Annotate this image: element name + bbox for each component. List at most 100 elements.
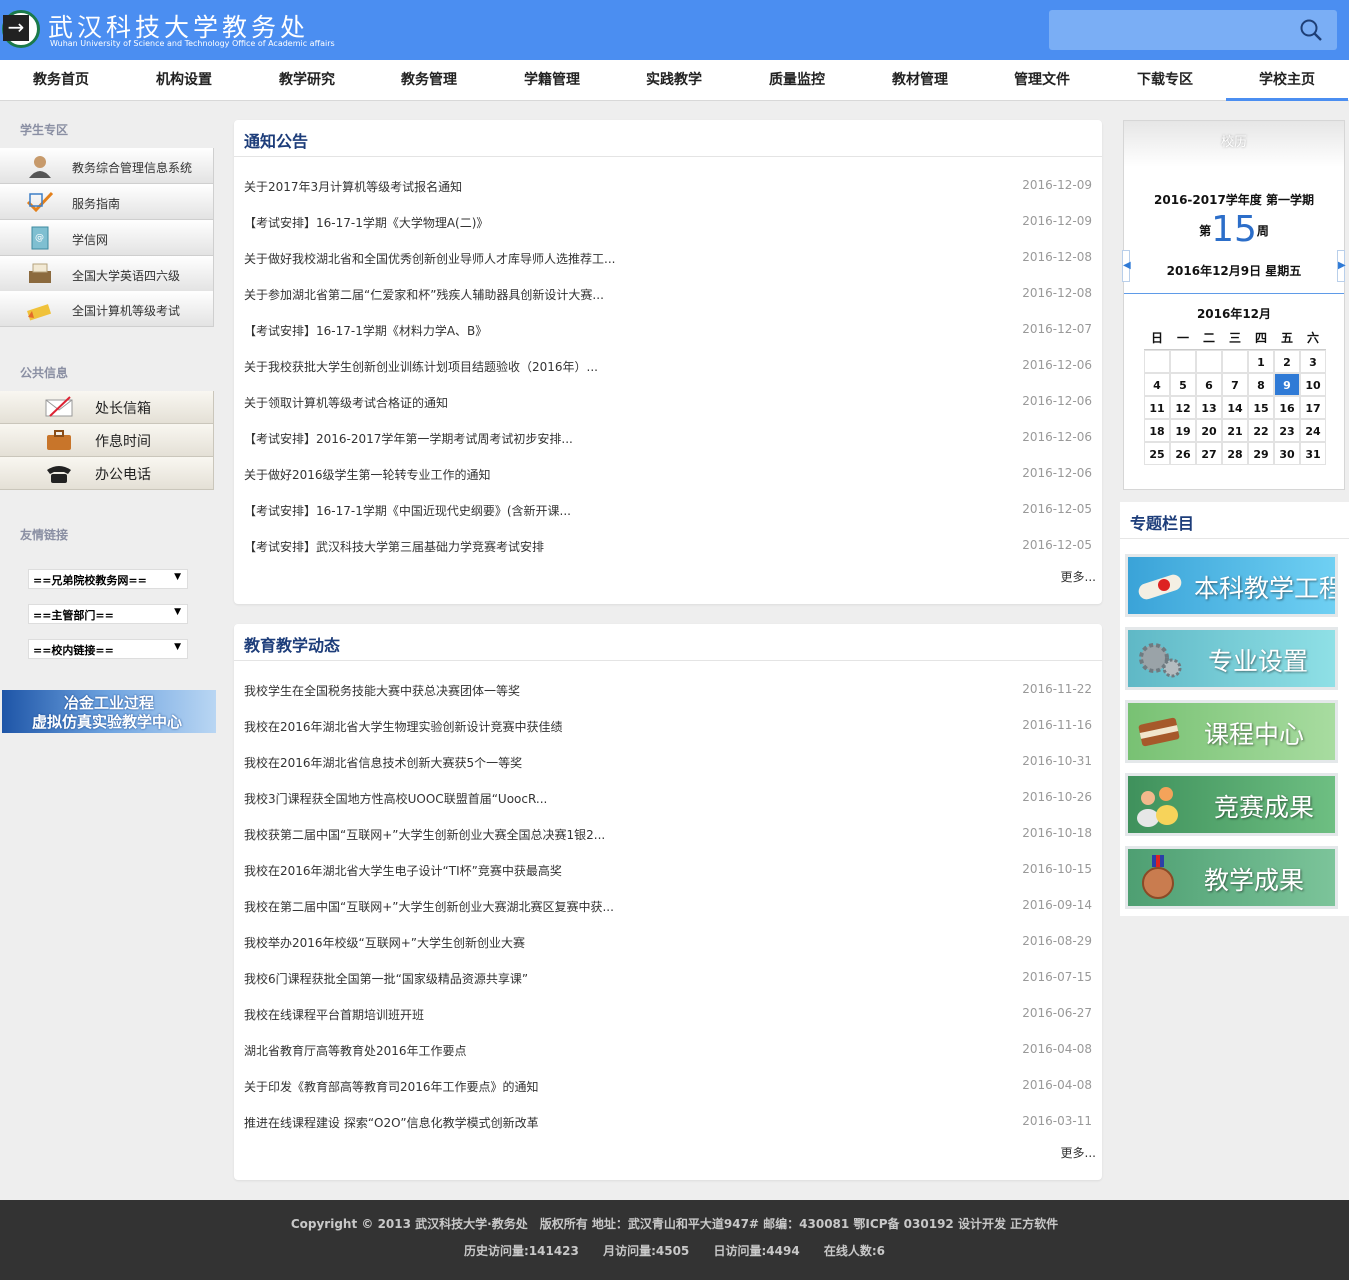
calendar-day[interactable]: 5 xyxy=(1170,373,1196,396)
search-icon[interactable] xyxy=(1299,18,1323,42)
authorities-select[interactable]: ==主管部门== ▼ xyxy=(28,604,188,624)
calendar-day[interactable]: 3 xyxy=(1300,350,1326,373)
site-logo[interactable]: → 武汉科技大学教务处 Wuhan University of Science … xyxy=(0,6,335,54)
sidebar-item-cet[interactable]: 全国大学英语四六级 xyxy=(0,256,214,292)
calendar-day[interactable]: 18 xyxy=(1144,419,1170,442)
topic-majors[interactable]: 专业设置 xyxy=(1125,627,1338,690)
nav-item-registry[interactable]: 学籍管理 xyxy=(491,60,613,101)
calendar-day[interactable]: 16 xyxy=(1274,396,1300,419)
calendar-day[interactable]: 19 xyxy=(1170,419,1196,442)
sidebar-item-ncre[interactable]: 全国计算机等级考试 xyxy=(0,291,214,327)
news-row[interactable]: 湖北省教育厅高等教育处2016年工作要点 2016-04-08 xyxy=(244,1040,1092,1060)
notice-row[interactable]: 【考试安排】16-17-1学期《材料力学A、B》 2016-12-07 xyxy=(244,320,1092,340)
sidebar-item-academic-system[interactable]: 教务综合管理信息系统 xyxy=(0,148,214,184)
calendar-prev-button[interactable]: ◀ xyxy=(1122,250,1131,282)
news-row[interactable]: 我校在2016年湖北省大学生电子设计“TI杯”竞赛中获最高奖 2016-10-15 xyxy=(244,860,1092,880)
sidebar-item-director-mailbox[interactable]: 处长信箱 xyxy=(0,391,214,424)
notice-row[interactable]: 【考试安排】武汉科技大学第三届基础力学竞赛考试安排 2016-12-05 xyxy=(244,536,1092,556)
nav-item-management[interactable]: 教务管理 xyxy=(368,60,490,101)
calendar-day[interactable]: 24 xyxy=(1300,419,1326,442)
calendar-day[interactable]: 27 xyxy=(1196,442,1222,465)
calendar-day[interactable]: 26 xyxy=(1170,442,1196,465)
calendar-day[interactable]: 20 xyxy=(1196,419,1222,442)
news-row[interactable]: 我校在2016年湖北省信息技术创新大赛获5个一等奖 2016-10-31 xyxy=(244,752,1092,772)
calendar-day[interactable]: 11 xyxy=(1144,396,1170,419)
calendar-day[interactable]: 30 xyxy=(1274,442,1300,465)
nav-item-home[interactable]: 教务首页 xyxy=(0,60,122,101)
row-title: 【考试安排】2016-2017学年第一学期考试周考试初步安排... xyxy=(244,432,573,446)
calendar-next-button[interactable]: ▶ xyxy=(1337,250,1346,282)
topic-competition-results[interactable]: 竞赛成果 xyxy=(1125,773,1338,836)
news-row[interactable]: 我校举办2016年校级“互联网+”大学生创新创业大赛 2016-08-29 xyxy=(244,932,1092,952)
news-row[interactable]: 关于印发《教育部高等教育司2016年工作要点》的通知 2016-04-08 xyxy=(244,1076,1092,1096)
notice-row[interactable]: 关于我校获批大学生创新创业训练计划项目结题验收（2016年）... 2016-12… xyxy=(244,356,1092,376)
nav-item-research[interactable]: 教学研究 xyxy=(246,60,368,101)
news-row[interactable]: 我校在2016年湖北省大学生物理实验创新设计竞赛中获佳绩 2016-11-16 xyxy=(244,716,1092,736)
nav-item-quality[interactable]: 质量监控 xyxy=(736,60,858,101)
news-row[interactable]: 我校6门课程获批全国第一批“国家级精品资源共享课” 2016-07-15 xyxy=(244,968,1092,988)
nav-item-school-home[interactable]: 学校主页 xyxy=(1226,60,1348,101)
notice-row[interactable]: 关于领取计算机等级考试合格证的通知 2016-12-06 xyxy=(244,392,1092,412)
topic-undergrad-teaching-project[interactable]: 本科教学工程 xyxy=(1125,554,1338,617)
news-row[interactable]: 我校3门课程获全国地方性高校UOOC联盟首届“UoocR... 2016-10-2… xyxy=(244,788,1092,808)
news-row[interactable]: 我校获第二届中国“互联网+”大学生创新创业大赛全国总决赛1银2... 2016-1… xyxy=(244,824,1092,844)
notice-row[interactable]: 关于参加湖北省第二届“仁爱家和杯”残疾人辅助器具创新设计大赛... 2016-12… xyxy=(244,284,1092,304)
calendar-day[interactable]: 13 xyxy=(1196,396,1222,419)
topic-teaching-achievements[interactable]: 教学成果 xyxy=(1125,846,1338,909)
metallurgy-virtual-lab-banner[interactable]: 冶金工业过程 虚拟仿真实验教学中心 xyxy=(2,690,216,733)
calendar-day[interactable]: 8 xyxy=(1248,373,1274,396)
news-row[interactable]: 推进在线课程建设 探索“O2O”信息化教学模式创新改革 2016-03-11 xyxy=(244,1112,1092,1132)
week-indicator: 第15周 xyxy=(1124,209,1344,250)
notice-row[interactable]: 【考试安排】16-17-1学期《中国近现代史纲要》(含新开课... 2016-12… xyxy=(244,500,1092,520)
nav-item-textbooks[interactable]: 教材管理 xyxy=(859,60,981,101)
nav-item-organization[interactable]: 机构设置 xyxy=(123,60,245,101)
row-date: 2016-06-27 xyxy=(1022,1006,1092,1020)
news-more-link[interactable]: 更多... xyxy=(1061,1144,1096,1161)
calendar-day[interactable]: 23 xyxy=(1274,419,1300,442)
campus-links-select[interactable]: ==校内链接== ▼ xyxy=(28,639,188,659)
nav-item-practice[interactable]: 实践教学 xyxy=(613,60,735,101)
calendar-day[interactable]: 17 xyxy=(1300,396,1326,419)
nav-item-downloads[interactable]: 下载专区 xyxy=(1104,60,1226,101)
calendar-day[interactable]: 12 xyxy=(1170,396,1196,419)
news-row[interactable]: 我校在第二届中国“互联网+”大学生创新创业大赛湖北赛区复赛中获... 2016-0… xyxy=(244,896,1092,916)
calendar-day[interactable]: 7 xyxy=(1222,373,1248,396)
calendar-day[interactable]: 14 xyxy=(1222,396,1248,419)
news-row[interactable]: 我校学生在全国税务技能大赛中获总决赛团体一等奖 2016-11-22 xyxy=(244,680,1092,700)
calendar-day[interactable]: 15 xyxy=(1248,396,1274,419)
row-date: 2016-11-22 xyxy=(1022,682,1092,696)
topic-course-center[interactable]: 课程中心 xyxy=(1125,700,1338,763)
notice-row[interactable]: 【考试安排】16-17-1学期《大学物理A(二)》 2016-12-09 xyxy=(244,212,1092,232)
sidebar-item-schedule[interactable]: 作息时间 xyxy=(0,424,214,457)
sibling-schools-select[interactable]: ==兄弟院校教务网== ▼ xyxy=(28,569,188,589)
notice-row[interactable]: 关于做好我校湖北省和全国优秀创新创业导师人才库导师人选推荐工... 2016-12… xyxy=(244,248,1092,268)
calendar-day[interactable]: 21 xyxy=(1222,419,1248,442)
people-icon xyxy=(1137,787,1178,827)
notice-row[interactable]: 关于2017年3月计算机等级考试报名通知 2016-12-09 xyxy=(244,176,1092,196)
notices-title: 通知公告 xyxy=(244,132,309,151)
notices-more-link[interactable]: 更多... xyxy=(1061,568,1096,585)
nav-item-documents[interactable]: 管理文件 xyxy=(981,60,1103,101)
notice-row[interactable]: 关于做好2016级学生第一轮转专业工作的通知 2016-12-06 xyxy=(244,464,1092,484)
calendar-day[interactable]: 4 xyxy=(1144,373,1170,396)
calendar-day[interactable]: 29 xyxy=(1248,442,1274,465)
search-input[interactable] xyxy=(1049,10,1337,50)
sidebar-item-chsi[interactable]: @ 学信网 xyxy=(0,220,214,256)
chevron-down-icon: ▼ xyxy=(174,642,181,652)
calendar-day[interactable]: 2 xyxy=(1274,350,1300,373)
calendar-day[interactable]: 28 xyxy=(1222,442,1248,465)
calendar-day[interactable]: 25 xyxy=(1144,442,1170,465)
calendar-day[interactable]: 1 xyxy=(1248,350,1274,373)
sidebar-item-service-guide[interactable]: 服务指南 xyxy=(0,184,214,220)
sidebar-item-office-phone[interactable]: 办公电话 xyxy=(0,457,214,490)
select-value: ==兄弟院校教务网== xyxy=(33,574,147,587)
calendar-day[interactable]: 31 xyxy=(1300,442,1326,465)
row-date: 2016-12-08 xyxy=(1022,250,1092,264)
notice-row[interactable]: 【考试安排】2016-2017学年第一学期考试周考试初步安排... 2016-12… xyxy=(244,428,1092,448)
calendar-day[interactable]: 10 xyxy=(1300,373,1326,396)
calendar-day[interactable]: 22 xyxy=(1248,419,1274,442)
calendar-day[interactable]: 6 xyxy=(1196,373,1222,396)
row-title: 我校在线课程平台首期培训班开班 xyxy=(244,1008,425,1022)
news-row[interactable]: 我校在线课程平台首期培训班开班 2016-06-27 xyxy=(244,1004,1092,1024)
calendar-day[interactable]: 9 xyxy=(1274,373,1300,396)
